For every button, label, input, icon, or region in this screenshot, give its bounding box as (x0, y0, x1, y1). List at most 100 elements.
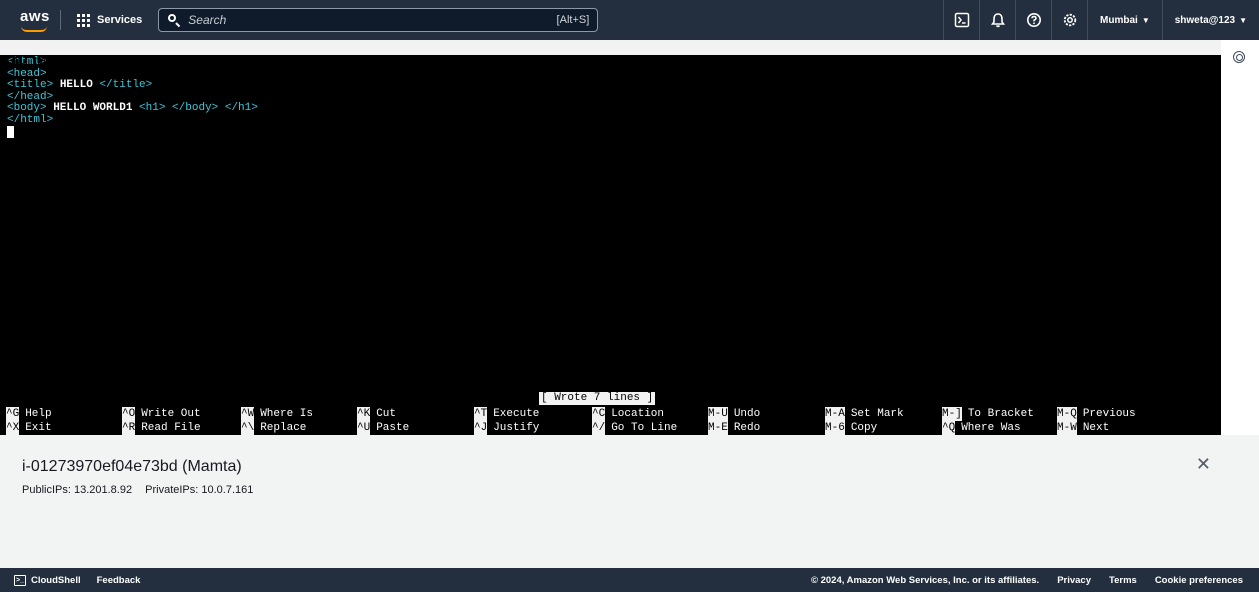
aws-logo-smile (21, 26, 47, 32)
shortcut-key: ^/ (592, 421, 606, 435)
nano-shortcut: ^W Where Is (241, 407, 313, 421)
search-shortcut: [Alt+S] (556, 14, 590, 26)
settings-rail-icon[interactable] (1233, 51, 1245, 63)
nano-version: GNU nano 6.2 (7, 56, 87, 68)
shortcut-label: Where Was (961, 422, 1021, 434)
chevron-down-icon: ▼ (1239, 15, 1247, 25)
instance-ips: PublicIPs: 13.201.8.92 PrivateIPs: 10.0.… (22, 484, 253, 496)
private-ips: PrivateIPs: 10.0.7.161 (145, 484, 254, 496)
shortcut-key: ^G (6, 407, 20, 421)
nano-shortcut: ^X Exit (6, 421, 52, 435)
shortcut-label: Set Mark (850, 408, 904, 420)
shortcut-key: ^J (474, 421, 488, 435)
shortcut-label: Exit (25, 422, 52, 434)
shortcut-key: M-U (708, 407, 728, 421)
nano-shortcut: M-E Redo (708, 421, 760, 435)
code-tag: <h1> </body> </h1> (139, 102, 258, 114)
region-label: Mumbai (1100, 14, 1138, 26)
settings-button[interactable] (1051, 0, 1087, 40)
shortcut-key: ^Q (942, 421, 956, 435)
shortcut-label: Execute (493, 408, 540, 420)
aws-logo-text: aws (20, 8, 50, 25)
terms-link[interactable]: Terms (1109, 575, 1137, 586)
shortcut-key: ^T (474, 407, 488, 421)
shortcut-key: ^K (357, 407, 371, 421)
nano-shortcut-bar: ^G Help ^O Write Out ^W Where Is ^K Cut ^T Execut… (6, 407, 1221, 435)
shortcut-label: Help (25, 408, 52, 420)
nano-shortcut: ^T Execute (474, 407, 539, 421)
shortcut-label: Justify (493, 422, 540, 434)
code-text: HELLO WORLD1 (46, 102, 140, 114)
code-tag: </head> (7, 90, 54, 103)
services-menu-button[interactable]: Services (71, 10, 148, 31)
nano-shortcut: ^R Read File (122, 421, 201, 435)
chevron-down-icon: ▼ (1141, 15, 1150, 25)
nano-shortcut: ^G Help (6, 407, 52, 421)
editor-buffer[interactable]: <html> <head> <title> HELLO </title> </head… (0, 55, 1221, 138)
shortcut-key: M-W (1057, 421, 1077, 435)
nano-shortcut: M-W Next (1057, 421, 1109, 435)
shortcut-key: ^\ (241, 421, 255, 435)
shortcut-key: M-Q (1057, 407, 1077, 421)
copyright-text: © 2024, Amazon Web Services, Inc. or its… (810, 574, 1040, 586)
shortcut-label: Write Out (141, 408, 201, 420)
cookie-preferences-link[interactable]: Cookie preferences (1155, 575, 1243, 586)
search-input[interactable] (188, 13, 557, 27)
shortcut-label: Copy (850, 422, 878, 434)
shortcut-row: ^X Exit ^R Read File ^\ Replace ^U Paste ^J Justi… (6, 421, 1221, 435)
shortcut-label: Undo (733, 408, 761, 420)
account-menu[interactable]: shweta@123 ▼ (1161, 0, 1259, 40)
aws-logo[interactable]: aws (18, 7, 50, 33)
cloudshell-button[interactable] (943, 0, 979, 40)
shortcut-key: ^R (122, 421, 136, 435)
top-navigation: aws Services [Alt+S] (0, 0, 1259, 40)
terminal-window[interactable]: GNU nano 6.2 index.html <html> <head> <tit… (0, 40, 1221, 435)
footer-right-links: © 2024, Amazon Web Services, Inc. or its… (811, 575, 1243, 586)
cloudshell-label: CloudShell (31, 574, 81, 586)
shortcut-row: ^G Help ^O Write Out ^W Where Is ^K Cut ^T Execut… (6, 407, 1221, 421)
account-label: shweta@123 (1174, 14, 1236, 26)
shortcut-label: Redo (733, 422, 761, 434)
text-cursor (7, 126, 14, 138)
shortcut-label: To Bracket (967, 408, 1034, 420)
feedback-link[interactable]: Feedback (97, 575, 141, 586)
notifications-button[interactable] (979, 0, 1015, 40)
shortcut-key: M-E (708, 421, 728, 435)
nav-right-group: Mumbai ▼ shweta@123 ▼ (943, 0, 1259, 40)
services-label: Services (97, 14, 143, 26)
code-tag: </title> (99, 79, 153, 91)
help-button[interactable] (1015, 0, 1051, 40)
nano-shortcut: M-] To Bracket (942, 407, 1034, 421)
code-text: HELLO (53, 79, 100, 91)
cloudshell-footer-button[interactable]: >_ CloudShell (14, 574, 81, 586)
shortcut-key: M-] (942, 407, 962, 421)
nano-shortcut: ^O Write Out (122, 407, 201, 421)
privacy-link[interactable]: Privacy (1057, 575, 1091, 586)
nano-shortcut: ^C Location (592, 407, 664, 421)
nano-shortcut: ^J Justify (474, 421, 539, 435)
shortcut-label: Where Is (260, 408, 314, 420)
nano-shortcut: ^Q Where Was (942, 421, 1021, 435)
nano-shortcut: M-U Undo (708, 407, 760, 421)
shortcut-key: ^U (357, 421, 371, 435)
shortcut-label: Next (1082, 422, 1110, 434)
shortcut-key: M-A (825, 407, 845, 421)
search-box[interactable]: [Alt+S] (158, 8, 599, 32)
public-ips: PublicIPs: 13.201.8.92 (22, 484, 133, 496)
code-tag: </html> (7, 113, 54, 126)
grid-icon (77, 13, 90, 27)
nano-filename: index.html (585, 71, 652, 83)
shortcut-label: Location (611, 408, 665, 420)
code-line: </html> (7, 113, 1221, 127)
shortcut-key: ^O (122, 407, 136, 421)
cloudshell-icon: >_ (14, 574, 26, 586)
nano-title-bar: GNU nano 6.2 index.html (0, 40, 1221, 83)
nano-shortcut: ^U Paste (357, 421, 409, 435)
shortcut-label: Cut (376, 408, 397, 420)
shortcut-label: Previous (1082, 408, 1136, 420)
search-icon (167, 13, 181, 28)
settings-icon (1063, 13, 1076, 27)
shortcut-key: ^W (241, 407, 255, 421)
close-icon[interactable]: ✕ (1196, 455, 1211, 473)
region-selector[interactable]: Mumbai ▼ (1087, 0, 1162, 40)
